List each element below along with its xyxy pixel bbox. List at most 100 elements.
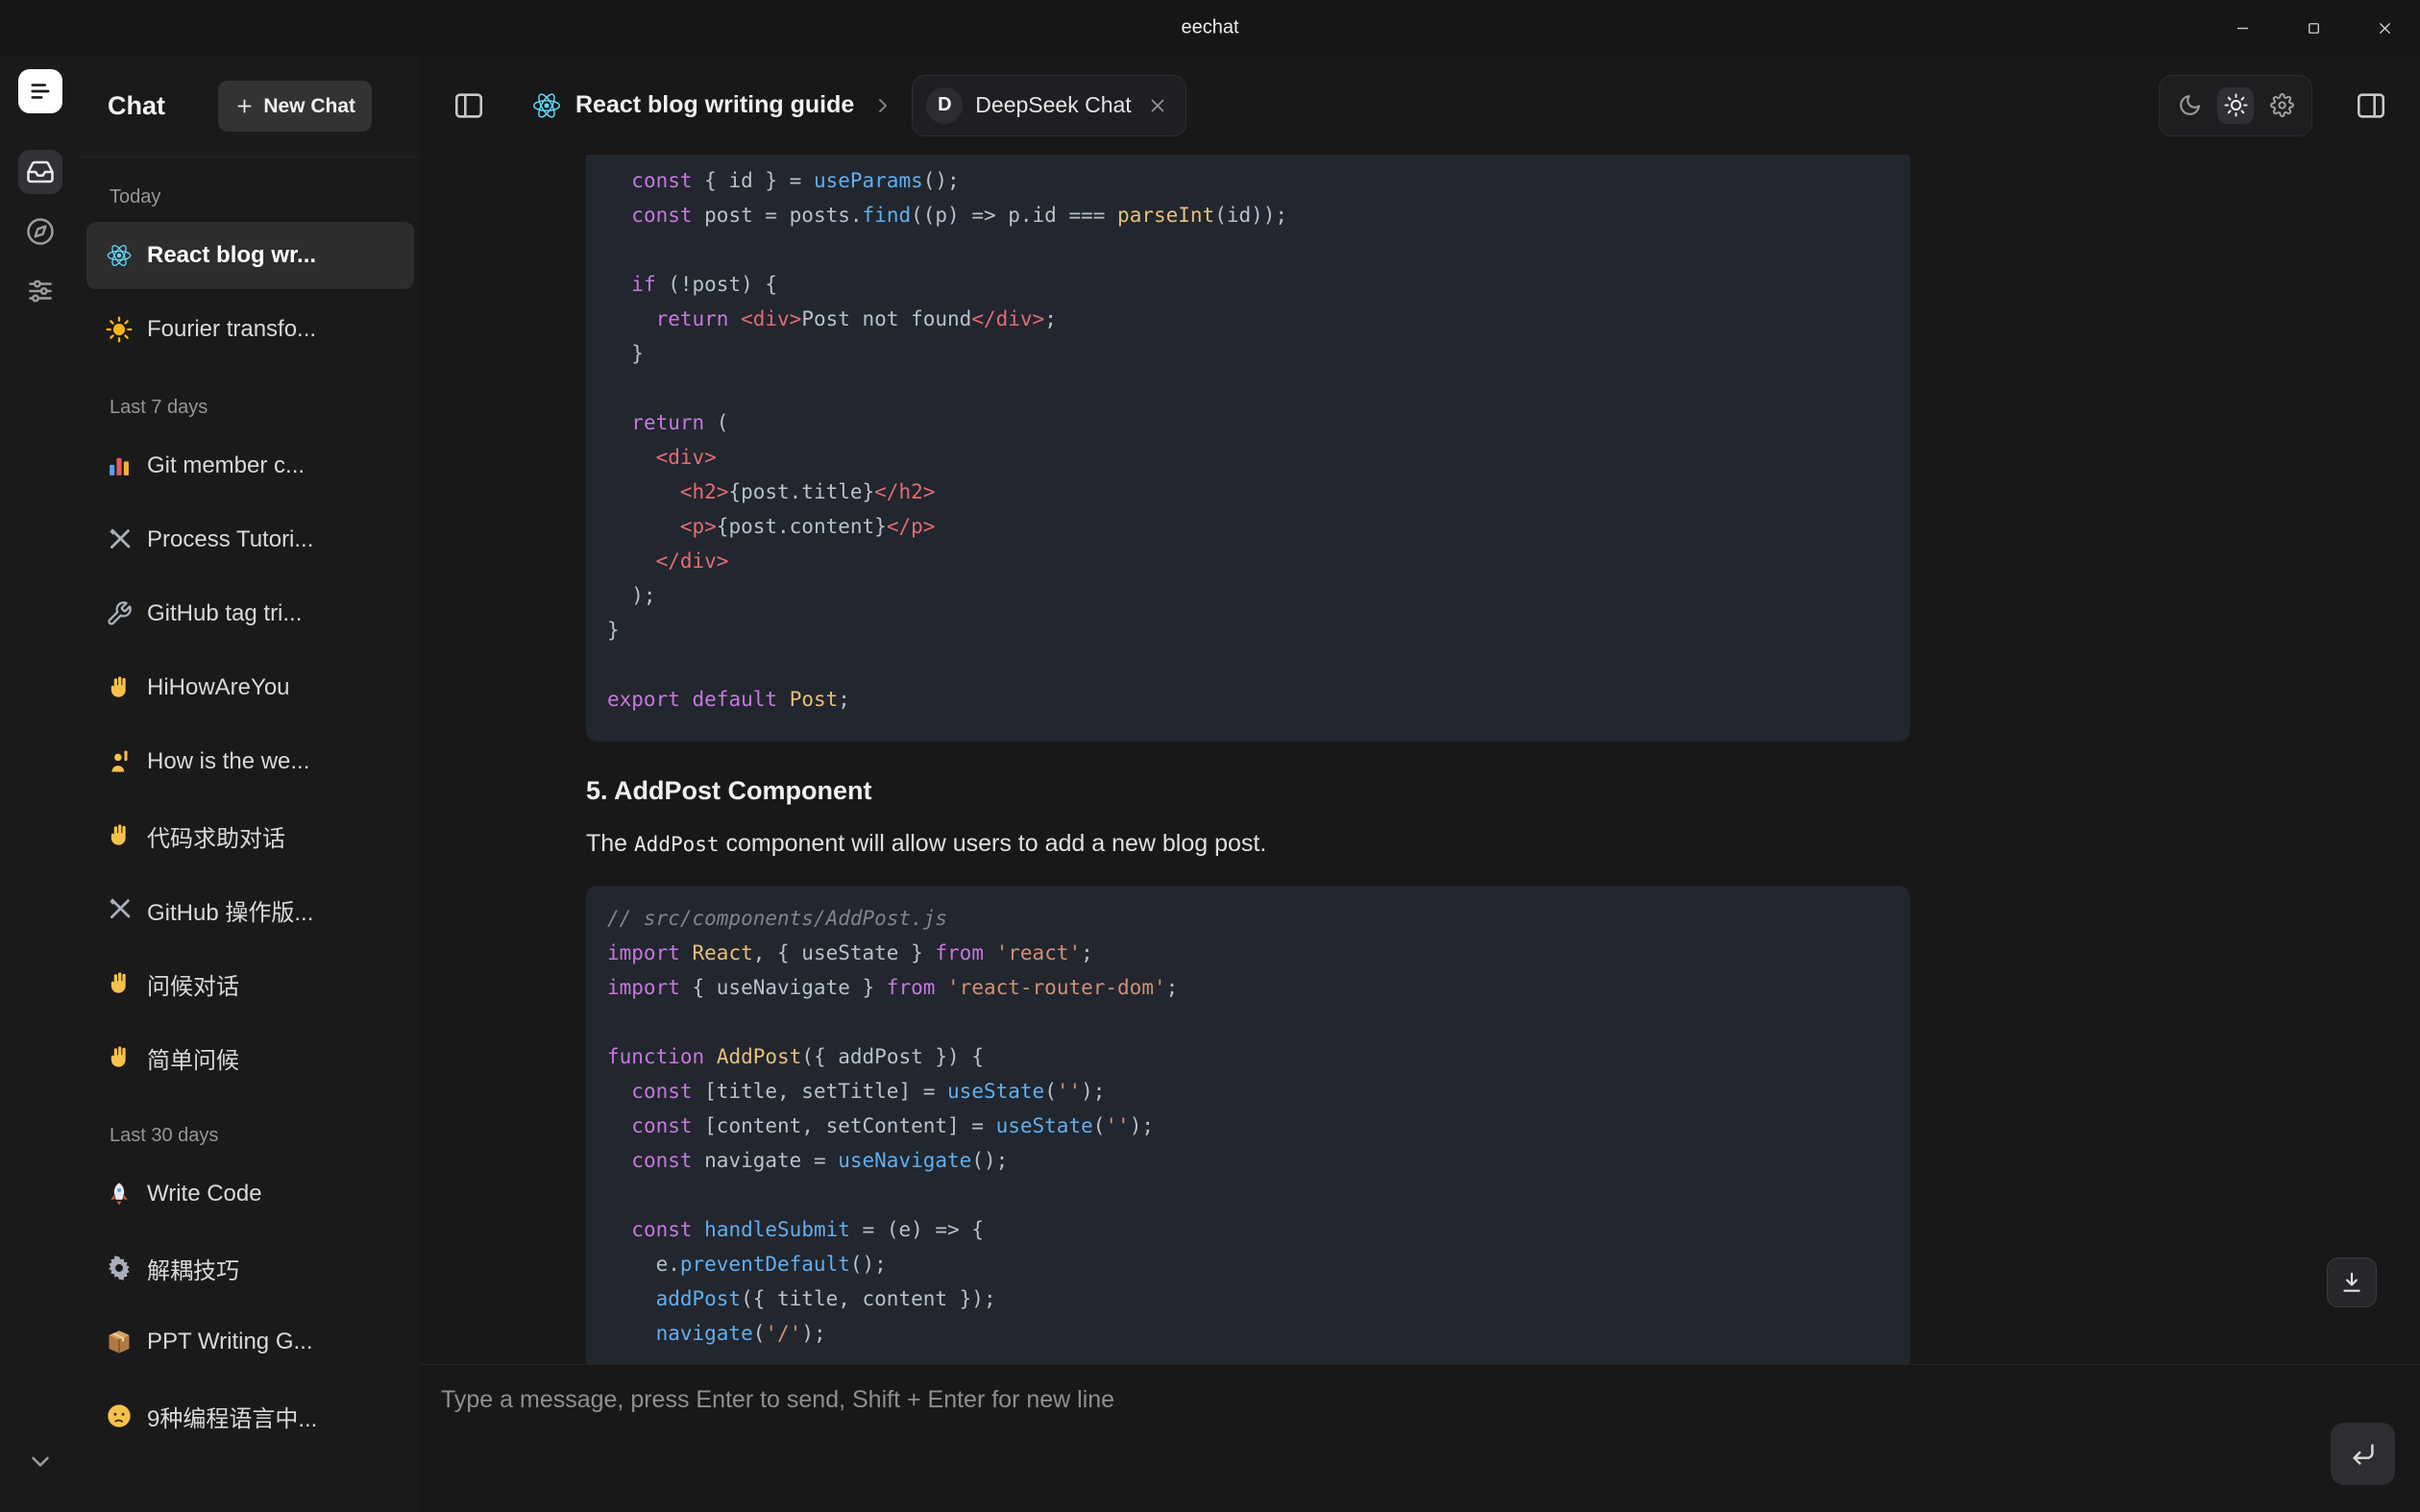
toggle-sidebar-button[interactable] xyxy=(452,89,485,122)
raise-hand-icon xyxy=(106,748,133,775)
close-button[interactable] xyxy=(2349,0,2420,56)
conversation-title: GitHub 操作版... xyxy=(147,893,313,927)
window-title: eechat xyxy=(1181,17,1238,39)
model-tab[interactable]: D DeepSeek Chat xyxy=(912,75,1186,136)
maximize-button[interactable] xyxy=(2278,0,2349,56)
new-chat-button[interactable]: New Chat xyxy=(218,81,372,132)
panel-left-icon xyxy=(452,89,485,122)
conversation-item[interactable]: 代码求助对话 xyxy=(86,802,414,869)
sidebar-header: Chat New Chat xyxy=(81,56,420,158)
conversation-item[interactable]: 解耦技巧 xyxy=(86,1234,414,1302)
return-icon xyxy=(2349,1440,2378,1469)
nav-rail xyxy=(0,56,81,1512)
sun-face-icon xyxy=(106,316,133,343)
scroll-to-bottom-button[interactable] xyxy=(2327,1257,2377,1307)
moon-icon xyxy=(2178,93,2202,117)
react-icon xyxy=(106,242,133,269)
chevron-down-icon xyxy=(26,1447,55,1475)
code-line: <p>{post.content}</p> xyxy=(607,509,1889,544)
logo-icon xyxy=(27,78,54,105)
code-line xyxy=(607,1178,1889,1212)
code-line: const navigate = useNavigate(); xyxy=(607,1143,1889,1178)
sidebar-title: Chat xyxy=(108,91,165,121)
arrow-down-to-line-icon xyxy=(2339,1270,2364,1295)
code-line: import React, { useState } from 'react'; xyxy=(607,936,1889,970)
conversation-item[interactable]: Git member c... xyxy=(86,432,414,500)
chat-scroll-area[interactable]: const { id } = useParams(); const post =… xyxy=(420,155,2420,1364)
send-button[interactable] xyxy=(2331,1423,2395,1485)
conversation-item[interactable]: How is the we... xyxy=(86,728,414,795)
gear-emoji-icon xyxy=(106,1255,133,1281)
conversation-item[interactable]: GitHub 操作版... xyxy=(86,876,414,943)
rail-chat-button[interactable] xyxy=(18,150,62,194)
conversation-title: 问候对话 xyxy=(147,967,239,1001)
rail-settings-button[interactable] xyxy=(18,269,62,313)
conversation-title: 解耦技巧 xyxy=(147,1252,239,1285)
conversation-title: How is the we... xyxy=(147,748,309,775)
nav-rail-bottom xyxy=(18,1439,62,1483)
conversation-item[interactable]: Write Code xyxy=(86,1160,414,1228)
message-input[interactable] xyxy=(420,1365,2305,1512)
conversation-title: GitHub tag tri... xyxy=(147,600,302,627)
settings-button[interactable] xyxy=(2263,87,2300,124)
main-header: React blog writing guide D DeepSeek Chat xyxy=(420,56,2420,155)
compass-icon xyxy=(26,217,55,246)
chevron-right-icon xyxy=(871,94,894,117)
conversation-title: HiHowAreYou xyxy=(147,674,290,701)
rail-app-logo-button[interactable] xyxy=(18,69,62,113)
conversation-item[interactable]: 问候对话 xyxy=(86,950,414,1017)
conversation-item[interactable]: 9种编程语言中... xyxy=(86,1382,414,1450)
hammer-wrench-icon xyxy=(106,896,133,923)
code-line: export default Post; xyxy=(607,682,1889,717)
code-line: } xyxy=(607,336,1889,371)
thinking-face-icon xyxy=(106,1402,133,1429)
gear-icon xyxy=(2270,93,2294,117)
code-line: </div> xyxy=(607,544,1889,578)
code-line: // src/components/AddPost.js xyxy=(607,901,1889,936)
code-line: const { id } = useParams(); xyxy=(607,163,1889,198)
rocket-icon xyxy=(106,1181,133,1207)
react-icon xyxy=(531,90,562,121)
code-line: return ( xyxy=(607,405,1889,440)
conversation-item[interactable]: 简单问候 xyxy=(86,1024,414,1091)
code-line: const [content, setContent] = useState('… xyxy=(607,1109,1889,1143)
maximize-icon xyxy=(2305,19,2323,37)
conversation-heading: React blog writing guide xyxy=(575,91,854,119)
code-line xyxy=(607,232,1889,267)
conversation-item[interactable]: Fourier transfo... xyxy=(86,296,414,363)
wave-icon xyxy=(106,1044,133,1071)
conversation-item[interactable]: HiHowAreYou xyxy=(86,654,414,721)
inbox-icon xyxy=(26,158,55,186)
code-line: navigate('/'); xyxy=(607,1316,1889,1351)
conversation-item[interactable]: Process Tutori... xyxy=(86,506,414,573)
message-paragraph: The AddPost component will allow users t… xyxy=(586,827,1910,861)
header-left: React blog writing guide D DeepSeek Chat xyxy=(452,75,1186,136)
rail-discover-button[interactable] xyxy=(18,209,62,254)
light-mode-button[interactable] xyxy=(2217,87,2254,124)
plus-icon xyxy=(234,96,255,116)
code-line xyxy=(607,371,1889,405)
rail-scroll-down-button[interactable] xyxy=(18,1439,62,1483)
titlebar: eechat xyxy=(0,0,2420,56)
panel-right-icon xyxy=(2355,89,2387,122)
section-label: Today xyxy=(86,169,414,222)
sun-icon xyxy=(2224,93,2248,117)
code-line: if (!post) { xyxy=(607,267,1889,302)
conversation-item[interactable]: GitHub tag tri... xyxy=(86,580,414,647)
sliders-icon xyxy=(26,277,55,305)
toggle-right-panel-button[interactable] xyxy=(2355,89,2387,122)
dark-mode-button[interactable] xyxy=(2171,87,2208,124)
message-heading: 5. AddPost Component xyxy=(586,776,1910,806)
message-column: const { id } = useParams(); const post =… xyxy=(586,155,1910,1364)
package-icon xyxy=(106,1329,133,1355)
conversation-item[interactable]: PPT Writing G... xyxy=(86,1308,414,1376)
code-block: // src/components/AddPost.jsimport React… xyxy=(586,886,1910,1364)
conversation-item[interactable]: React blog wr... xyxy=(86,222,414,289)
header-right xyxy=(2159,75,2387,136)
minimize-button[interactable] xyxy=(2207,0,2278,56)
code-line: addPost({ title, content }); xyxy=(607,1281,1889,1316)
code-line xyxy=(607,647,1889,682)
close-tab-icon[interactable] xyxy=(1147,95,1168,116)
model-tab-label: DeepSeek Chat xyxy=(975,92,1131,118)
code-line: } xyxy=(607,613,1889,647)
